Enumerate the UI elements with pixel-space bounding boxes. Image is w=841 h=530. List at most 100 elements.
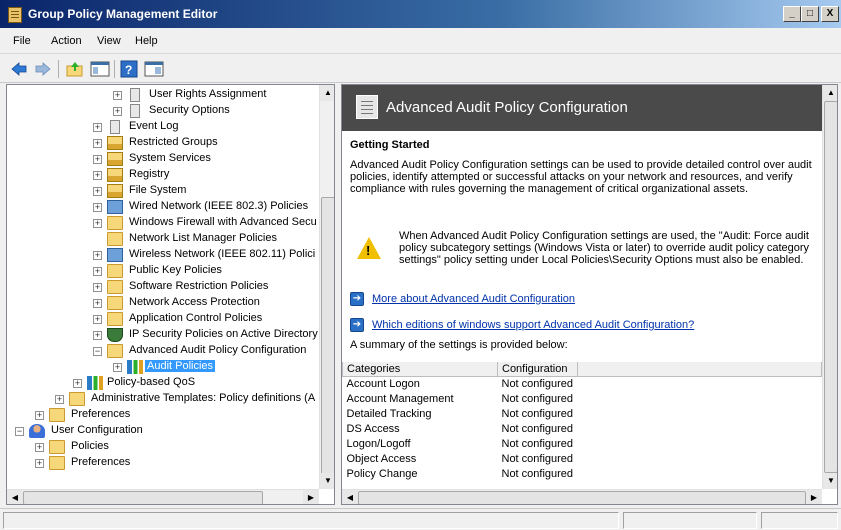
expand-toggle[interactable]: + xyxy=(93,219,102,228)
folder-icon xyxy=(107,216,123,230)
expand-toggle[interactable]: + xyxy=(93,315,102,324)
arrow-right-icon: ➔ xyxy=(350,318,364,332)
table-row[interactable]: DS Access Not configured xyxy=(343,421,822,436)
table-row[interactable]: Account Management Not configured xyxy=(343,391,822,406)
expand-toggle[interactable]: + xyxy=(93,267,102,276)
show-hide-tree-icon[interactable] xyxy=(90,60,110,78)
folder-icon xyxy=(107,232,123,246)
expand-toggle[interactable]: + xyxy=(93,283,102,292)
collapse-toggle[interactable]: − xyxy=(15,427,24,436)
close-button[interactable]: X xyxy=(821,6,839,22)
configuration-cell: Not configured xyxy=(501,452,574,465)
back-arrow-icon[interactable] xyxy=(10,60,28,78)
properties-icon[interactable] xyxy=(144,60,164,78)
tree-horizontal-scrollbar[interactable]: ◀ ▶ xyxy=(7,489,319,504)
tree-item-label: User Configuration xyxy=(51,424,143,436)
menu-file[interactable]: File xyxy=(13,35,31,47)
status-panel xyxy=(3,512,619,529)
expand-toggle[interactable]: + xyxy=(93,139,102,148)
link-text[interactable]: More about Advanced Audit Configuration xyxy=(372,293,575,305)
scroll-thumb[interactable] xyxy=(23,491,263,504)
title-bar[interactable]: Group Policy Management Editor _ □ X xyxy=(0,0,841,28)
scroll-right-arrow-icon[interactable]: ▶ xyxy=(806,490,822,504)
expand-toggle[interactable]: + xyxy=(93,251,102,260)
expand-toggle[interactable]: + xyxy=(35,411,44,420)
scroll-up-arrow-icon[interactable]: ▲ xyxy=(320,85,334,101)
up-folder-icon[interactable] xyxy=(66,60,84,78)
category-cell: Policy Change xyxy=(346,467,418,480)
scroll-down-arrow-icon[interactable]: ▼ xyxy=(320,473,334,489)
column-header-configuration[interactable]: Configuration xyxy=(497,362,578,377)
expand-toggle[interactable]: + xyxy=(93,187,102,196)
column-header-empty xyxy=(576,362,823,377)
table-row[interactable]: Logon/Logoff Not configured xyxy=(343,436,822,451)
menu-action[interactable]: Action xyxy=(51,35,82,47)
tree-item-label: File System xyxy=(129,184,187,196)
tree-item-label: Network Access Protection xyxy=(129,296,260,308)
table-row[interactable]: Object Access Not configured xyxy=(343,451,822,466)
shield-icon xyxy=(107,328,123,342)
menu-view[interactable]: View xyxy=(97,35,121,47)
table-row[interactable]: Policy Change Not configured xyxy=(343,466,822,481)
scroll-thumb[interactable] xyxy=(824,101,837,473)
scroll-up-arrow-icon[interactable]: ▲ xyxy=(823,85,837,101)
minimize-button[interactable]: _ xyxy=(783,6,801,22)
link-text[interactable]: Which editions of windows support Advanc… xyxy=(372,319,694,331)
tree-item-label: Restricted Groups xyxy=(129,136,218,148)
expand-toggle[interactable]: + xyxy=(35,459,44,468)
table-row[interactable]: Account Logon Not configured xyxy=(343,376,822,391)
status-bar xyxy=(0,508,841,530)
tree-item-label: Wireless Network (IEEE 802.11) Polici xyxy=(129,248,316,260)
expand-toggle[interactable]: + xyxy=(35,443,44,452)
tree-item-label: Application Control Policies xyxy=(129,312,263,324)
user-icon xyxy=(29,424,45,438)
help-icon[interactable]: ? xyxy=(120,60,138,78)
intro-text: Advanced Audit Policy Configuration sett… xyxy=(350,159,812,195)
scroll-thumb[interactable] xyxy=(358,491,806,504)
lock-folder-icon xyxy=(107,152,123,166)
tree-item-label: IP Security Policies on Active Directory xyxy=(129,328,318,340)
folder-icon xyxy=(69,392,85,406)
expand-toggle[interactable]: + xyxy=(93,171,102,180)
scroll-down-arrow-icon[interactable]: ▼ xyxy=(823,473,837,489)
details-horizontal-scrollbar[interactable]: ◀ ▶ xyxy=(342,489,822,504)
scroll-left-arrow-icon[interactable]: ◀ xyxy=(342,490,358,504)
menu-help[interactable]: Help xyxy=(135,35,158,47)
toolbar-separator xyxy=(58,60,59,78)
configuration-cell: Not configured xyxy=(501,377,574,390)
configuration-cell: Not configured xyxy=(501,422,574,435)
configuration-cell: Not configured xyxy=(501,392,574,405)
tree-item-label: User Rights Assignment xyxy=(149,88,267,100)
tree-view: + User Rights Assignment + Security Option… xyxy=(7,85,319,489)
maximize-button[interactable]: □ xyxy=(801,6,819,22)
scroll-right-arrow-icon[interactable]: ▶ xyxy=(303,490,319,504)
scroll-thumb[interactable] xyxy=(321,197,334,489)
expand-toggle[interactable]: + xyxy=(55,395,64,404)
table-row[interactable]: Detailed Tracking Not configured xyxy=(343,406,822,421)
expand-toggle[interactable]: + xyxy=(113,107,122,116)
column-header-categories[interactable]: Categories xyxy=(342,362,498,377)
tree-item-label: Public Key Policies xyxy=(129,264,222,276)
expand-toggle[interactable]: + xyxy=(93,331,102,340)
folder-icon xyxy=(107,264,123,278)
forward-arrow-icon[interactable] xyxy=(34,60,52,78)
expand-toggle[interactable]: + xyxy=(73,379,82,388)
expand-toggle[interactable]: + xyxy=(93,155,102,164)
folder-icon xyxy=(107,296,123,310)
folder-icon xyxy=(107,344,123,358)
tree-item-label: Policies xyxy=(71,440,109,452)
expand-toggle[interactable]: + xyxy=(93,299,102,308)
scroll-left-arrow-icon[interactable]: ◀ xyxy=(7,490,23,504)
tree-item-label: Wired Network (IEEE 802.3) Policies xyxy=(129,200,309,212)
collapse-toggle[interactable]: − xyxy=(93,347,102,356)
console-tree[interactable]: + User Rights Assignment + Security Option… xyxy=(6,84,335,505)
details-vertical-scrollbar[interactable]: ▲ ▼ xyxy=(822,85,837,489)
expand-toggle[interactable]: + xyxy=(113,91,122,100)
tree-item-label: Software Restriction Policies xyxy=(129,280,269,292)
category-cell: Detailed Tracking xyxy=(346,407,432,420)
expand-toggle[interactable]: + xyxy=(113,363,122,372)
toolbar-separator xyxy=(114,60,115,78)
tree-vertical-scrollbar[interactable]: ▲ ▼ xyxy=(319,85,334,489)
expand-toggle[interactable]: + xyxy=(93,123,102,132)
expand-toggle[interactable]: + xyxy=(93,203,102,212)
